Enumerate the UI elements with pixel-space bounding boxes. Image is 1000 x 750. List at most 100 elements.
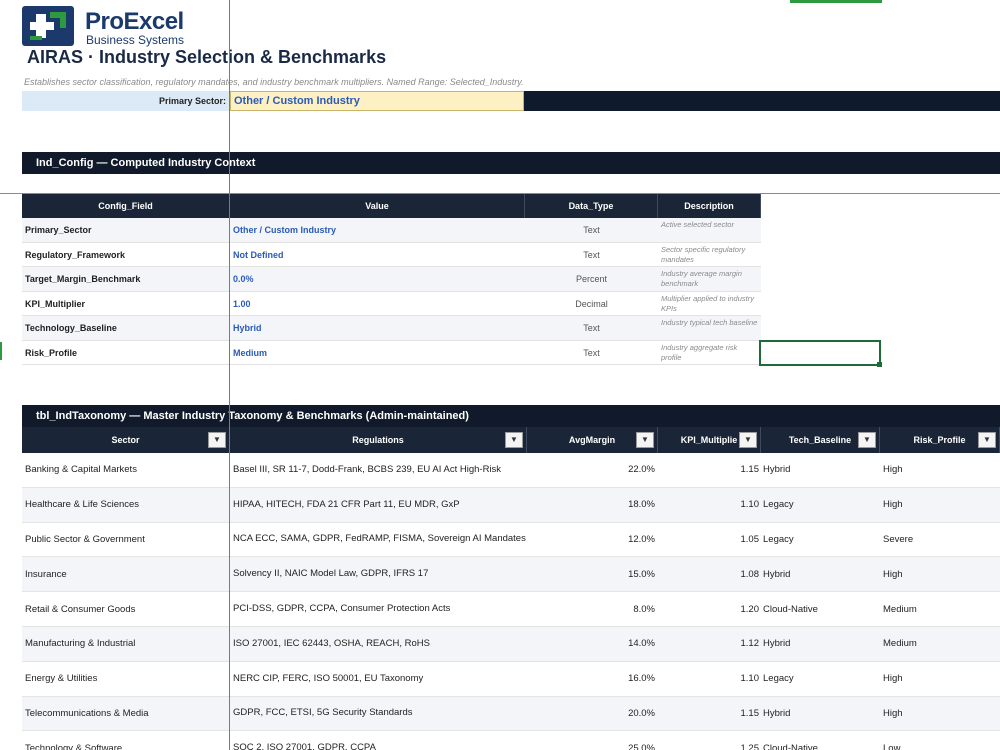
tech-baseline-cell[interactable]: Legacy xyxy=(761,673,880,684)
col-header-value[interactable]: Value xyxy=(230,194,525,218)
active-cell-selection[interactable] xyxy=(759,340,881,366)
regulations-cell[interactable]: GDPR, FCC, ETSI, 5G Security Standards xyxy=(230,707,527,719)
col-header-data-type[interactable]: Data_Type xyxy=(525,194,658,218)
sector-cell[interactable]: Energy & Utilities xyxy=(22,673,230,684)
tech-baseline-cell[interactable]: Legacy xyxy=(761,534,880,545)
config-type-cell[interactable]: Text xyxy=(525,218,658,242)
config-value-cell[interactable]: Hybrid xyxy=(230,316,525,340)
config-field-cell[interactable]: Technology_Baseline xyxy=(22,316,230,340)
col-header-regulations[interactable]: Regulations ▼ xyxy=(230,427,527,453)
regulations-cell[interactable]: ISO 27001, IEC 62443, OSHA, REACH, RoHS xyxy=(230,638,527,650)
regulations-cell[interactable]: NERC CIP, FERC, ISO 50001, EU Taxonomy xyxy=(230,673,527,685)
sector-cell[interactable]: Banking & Capital Markets xyxy=(22,464,230,475)
avg-margin-cell[interactable]: 22.0% xyxy=(527,464,658,475)
avg-margin-cell[interactable]: 18.0% xyxy=(527,499,658,510)
tech-baseline-cell[interactable]: Legacy xyxy=(761,499,880,510)
avg-margin-cell[interactable]: 20.0% xyxy=(527,708,658,719)
kpi-multiplier-cell[interactable]: 1.10 xyxy=(658,499,761,510)
kpi-multiplier-cell[interactable]: 1.15 xyxy=(658,464,761,475)
filter-dropdown-icon[interactable]: ▼ xyxy=(858,432,876,448)
config-desc-cell[interactable]: Multiplier applied to industry KPIs xyxy=(658,292,761,316)
col-header-label: Tech_Baseline xyxy=(788,435,852,445)
sector-cell[interactable]: Insurance xyxy=(22,569,230,580)
kpi-multiplier-cell[interactable]: 1.10 xyxy=(658,673,761,684)
config-value-cell[interactable]: Medium xyxy=(230,341,525,365)
config-type-cell[interactable]: Text xyxy=(525,243,658,267)
regulations-cell[interactable]: NCA ECC, SAMA, GDPR, FedRAMP, FISMA, Sov… xyxy=(230,533,527,545)
sector-cell[interactable]: Technology & Software xyxy=(22,743,230,750)
kpi-multiplier-cell[interactable]: 1.20 xyxy=(658,604,761,615)
risk-profile-cell[interactable]: Low xyxy=(880,743,1000,750)
config-value-cell[interactable]: Not Defined xyxy=(230,243,525,267)
config-type-cell[interactable]: Text xyxy=(525,316,658,340)
config-desc-cell[interactable]: Industry aggregate risk profile xyxy=(658,341,761,365)
risk-profile-cell[interactable]: Severe xyxy=(880,534,1000,545)
tech-baseline-cell[interactable]: Cloud-Native xyxy=(761,743,880,750)
config-desc-cell[interactable]: Industry typical tech baseline xyxy=(658,316,761,340)
col-header-kpi-multiplie[interactable]: KPI_Multiplie ▼ xyxy=(658,427,761,453)
tech-baseline-cell[interactable]: Cloud-Native xyxy=(761,604,880,615)
filter-dropdown-icon[interactable]: ▼ xyxy=(505,432,523,448)
fill-handle[interactable] xyxy=(877,362,882,367)
avg-margin-cell[interactable]: 8.0% xyxy=(527,604,658,615)
col-header-tech-baseline[interactable]: Tech_Baseline ▼ xyxy=(761,427,880,453)
regulations-cell[interactable]: PCI-DSS, GDPR, CCPA, Consumer Protection… xyxy=(230,603,527,615)
config-field-cell[interactable]: Regulatory_Framework xyxy=(22,243,230,267)
avg-margin-cell[interactable]: 14.0% xyxy=(527,638,658,649)
risk-profile-cell[interactable]: High xyxy=(880,464,1000,475)
regulations-cell[interactable]: Solvency II, NAIC Model Law, GDPR, IFRS … xyxy=(230,568,527,580)
config-desc-cell[interactable]: Active selected sector xyxy=(658,218,761,242)
filter-dropdown-icon[interactable]: ▼ xyxy=(978,432,996,448)
tech-baseline-cell[interactable]: Hybrid xyxy=(761,638,880,649)
tech-baseline-cell[interactable]: Hybrid xyxy=(761,569,880,580)
sector-cell[interactable]: Retail & Consumer Goods xyxy=(22,604,230,615)
kpi-multiplier-cell[interactable]: 1.08 xyxy=(658,569,761,580)
sector-cell[interactable]: Healthcare & Life Sciences xyxy=(22,499,230,510)
avg-margin-cell[interactable]: 16.0% xyxy=(527,673,658,684)
risk-profile-cell[interactable]: High xyxy=(880,708,1000,719)
config-field-cell[interactable]: Target_Margin_Benchmark xyxy=(22,267,230,291)
config-desc-cell[interactable]: Sector specific regulatory mandates xyxy=(658,243,761,267)
config-table-header: Config_Field Value Data_Type Description xyxy=(22,194,761,218)
regulations-cell[interactable]: SOC 2, ISO 27001, GDPR, CCPA xyxy=(230,742,527,750)
config-type-cell[interactable]: Percent xyxy=(525,267,658,291)
kpi-multiplier-cell[interactable]: 1.12 xyxy=(658,638,761,649)
col-header-sector[interactable]: Sector ▼ xyxy=(22,427,230,453)
risk-profile-cell[interactable]: High xyxy=(880,673,1000,684)
avg-margin-cell[interactable]: 25.0% xyxy=(527,743,658,750)
col-header-avgmargin[interactable]: AvgMargin ▼ xyxy=(527,427,658,453)
config-type-cell[interactable]: Text xyxy=(525,341,658,365)
kpi-multiplier-cell[interactable]: 1.25 xyxy=(658,743,761,750)
sector-cell[interactable]: Manufacturing & Industrial xyxy=(22,638,230,649)
config-desc-cell[interactable]: Industry average margin benchmark xyxy=(658,267,761,291)
sector-cell[interactable]: Telecommunications & Media xyxy=(22,708,230,719)
brand-tagline: Business Systems xyxy=(86,33,185,47)
config-value-cell[interactable]: Other / Custom Industry xyxy=(230,218,525,242)
primary-sector-input[interactable]: Other / Custom Industry xyxy=(230,91,524,111)
risk-profile-cell[interactable]: Medium xyxy=(880,604,1000,615)
regulations-cell[interactable]: Basel III, SR 11-7, Dodd-Frank, BCBS 239… xyxy=(230,464,527,476)
sector-cell[interactable]: Public Sector & Government xyxy=(22,534,230,545)
tech-baseline-cell[interactable]: Hybrid xyxy=(761,708,880,719)
tech-baseline-cell[interactable]: Hybrid xyxy=(761,464,880,475)
config-field-cell[interactable]: Primary_Sector xyxy=(22,218,230,242)
col-header-config-field[interactable]: Config_Field xyxy=(22,194,230,218)
filter-dropdown-icon[interactable]: ▼ xyxy=(739,432,757,448)
col-header-description[interactable]: Description xyxy=(658,194,761,218)
config-value-cell[interactable]: 0.0% xyxy=(230,267,525,291)
config-value-cell[interactable]: 1.00 xyxy=(230,292,525,316)
risk-profile-cell[interactable]: High xyxy=(880,499,1000,510)
risk-profile-cell[interactable]: Medium xyxy=(880,638,1000,649)
risk-profile-cell[interactable]: High xyxy=(880,569,1000,580)
filter-dropdown-icon[interactable]: ▼ xyxy=(636,432,654,448)
kpi-multiplier-cell[interactable]: 1.05 xyxy=(658,534,761,545)
config-type-cell[interactable]: Decimal xyxy=(525,292,658,316)
config-field-cell[interactable]: KPI_Multiplier xyxy=(22,292,230,316)
config-field-cell[interactable]: Risk_Profile xyxy=(22,341,230,365)
filter-dropdown-icon[interactable]: ▼ xyxy=(208,432,226,448)
avg-margin-cell[interactable]: 15.0% xyxy=(527,569,658,580)
regulations-cell[interactable]: HIPAA, HITECH, FDA 21 CFR Part 11, EU MD… xyxy=(230,499,527,511)
kpi-multiplier-cell[interactable]: 1.15 xyxy=(658,708,761,719)
avg-margin-cell[interactable]: 12.0% xyxy=(527,534,658,545)
col-header-risk-profile[interactable]: Risk_Profile ▼ xyxy=(880,427,1000,453)
